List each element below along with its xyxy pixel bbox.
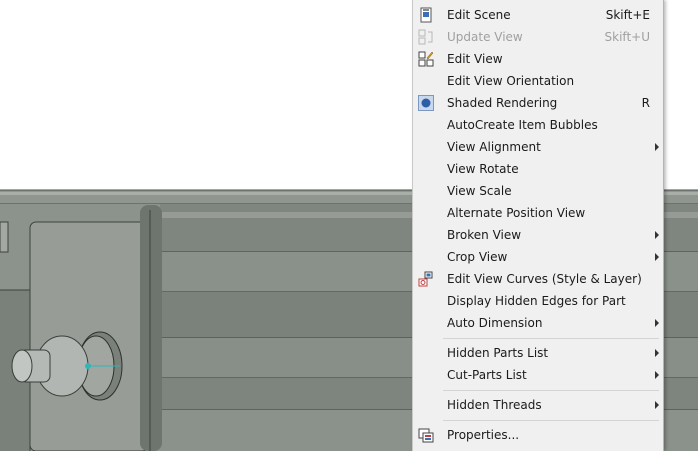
menu-item-cut-parts-list[interactable]: Cut-Parts List [414,364,662,386]
menu-item-label: Shaded Rendering [447,96,558,110]
menu-item-label: Edit View Curves (Style & Layer) [447,272,642,286]
menu-item-shaded-rendering[interactable]: Shaded Rendering R [414,92,662,114]
edit-view-icon [418,51,434,67]
submenu-arrow-icon [655,319,659,327]
edit-scene-icon [418,7,434,23]
context-menu: Edit Scene Skift+E Update View Skift+U Edit … [412,0,664,451]
menu-item-edit-view-curves-style-layer[interactable]: Edit View Curves (Style & Layer) [414,268,662,290]
menu-item-view-alignment[interactable]: View Alignment [414,136,662,158]
menu-item-properties[interactable]: Properties... [414,424,662,446]
menu-item-display-hidden-edges-for-part[interactable]: Display Hidden Edges for Part [414,290,662,312]
menu-item-shortcut: Skift+E [605,8,650,22]
menu-item-update-view: Update View Skift+U [414,26,662,48]
menu-item-auto-dimension[interactable]: Auto Dimension [414,312,662,334]
menu-item-label: Update View [447,30,523,44]
menu-item-shortcut: Skift+U [604,30,650,44]
submenu-arrow-icon [655,253,659,261]
menu-item-broken-view[interactable]: Broken View [414,224,662,246]
menu-item-label: Crop View [447,250,508,264]
menu-item-label: Properties... [447,428,520,442]
menu-separator [443,338,659,339]
menu-item-alternate-position-view[interactable]: Alternate Position View [414,202,662,224]
submenu-arrow-icon [655,349,659,357]
properties-icon [418,427,434,443]
menu-item-label: Display Hidden Edges for Part [447,294,626,308]
menu-item-label: Auto Dimension [447,316,543,330]
submenu-arrow-icon [655,371,659,379]
shaded-rendering-icon [418,95,434,111]
menu-item-label: Broken View [447,228,522,242]
menu-item-edit-view-orientation[interactable]: Edit View Orientation [414,70,662,92]
edit-view-curves-icon [418,271,434,287]
menu-item-crop-view[interactable]: Crop View [414,246,662,268]
menu-item-view-rotate[interactable]: View Rotate [414,158,662,180]
menu-item-label: Hidden Threads [447,398,542,412]
menu-separator [443,390,659,391]
menu-item-label: AutoCreate Item Bubbles [447,118,598,132]
menu-item-label: Alternate Position View [447,206,586,220]
menu-item-label: Hidden Parts List [447,346,549,360]
menu-item-edit-scene[interactable]: Edit Scene Skift+E [414,4,662,26]
menu-item-label: View Alignment [447,140,541,154]
submenu-arrow-icon [655,231,659,239]
menu-item-label: Edit Scene [447,8,511,22]
menu-item-label: Cut-Parts List [447,368,527,382]
menu-item-shortcut: R [641,96,650,110]
menu-item-label: Edit View Orientation [447,74,575,88]
menu-item-view-scale[interactable]: View Scale [414,180,662,202]
submenu-arrow-icon [655,143,659,151]
menu-item-label: View Rotate [447,162,519,176]
menu-separator [443,420,659,421]
menu-item-hidden-threads[interactable]: Hidden Threads [414,394,662,416]
update-view-icon [418,29,434,45]
menu-item-label: View Scale [447,184,512,198]
menu-item-autocreate-item-bubbles[interactable]: AutoCreate Item Bubbles [414,114,662,136]
menu-item-label: Edit View [447,52,503,66]
menu-item-hidden-parts-list[interactable]: Hidden Parts List [414,342,662,364]
submenu-arrow-icon [655,401,659,409]
menu-item-edit-view[interactable]: Edit View [414,48,662,70]
